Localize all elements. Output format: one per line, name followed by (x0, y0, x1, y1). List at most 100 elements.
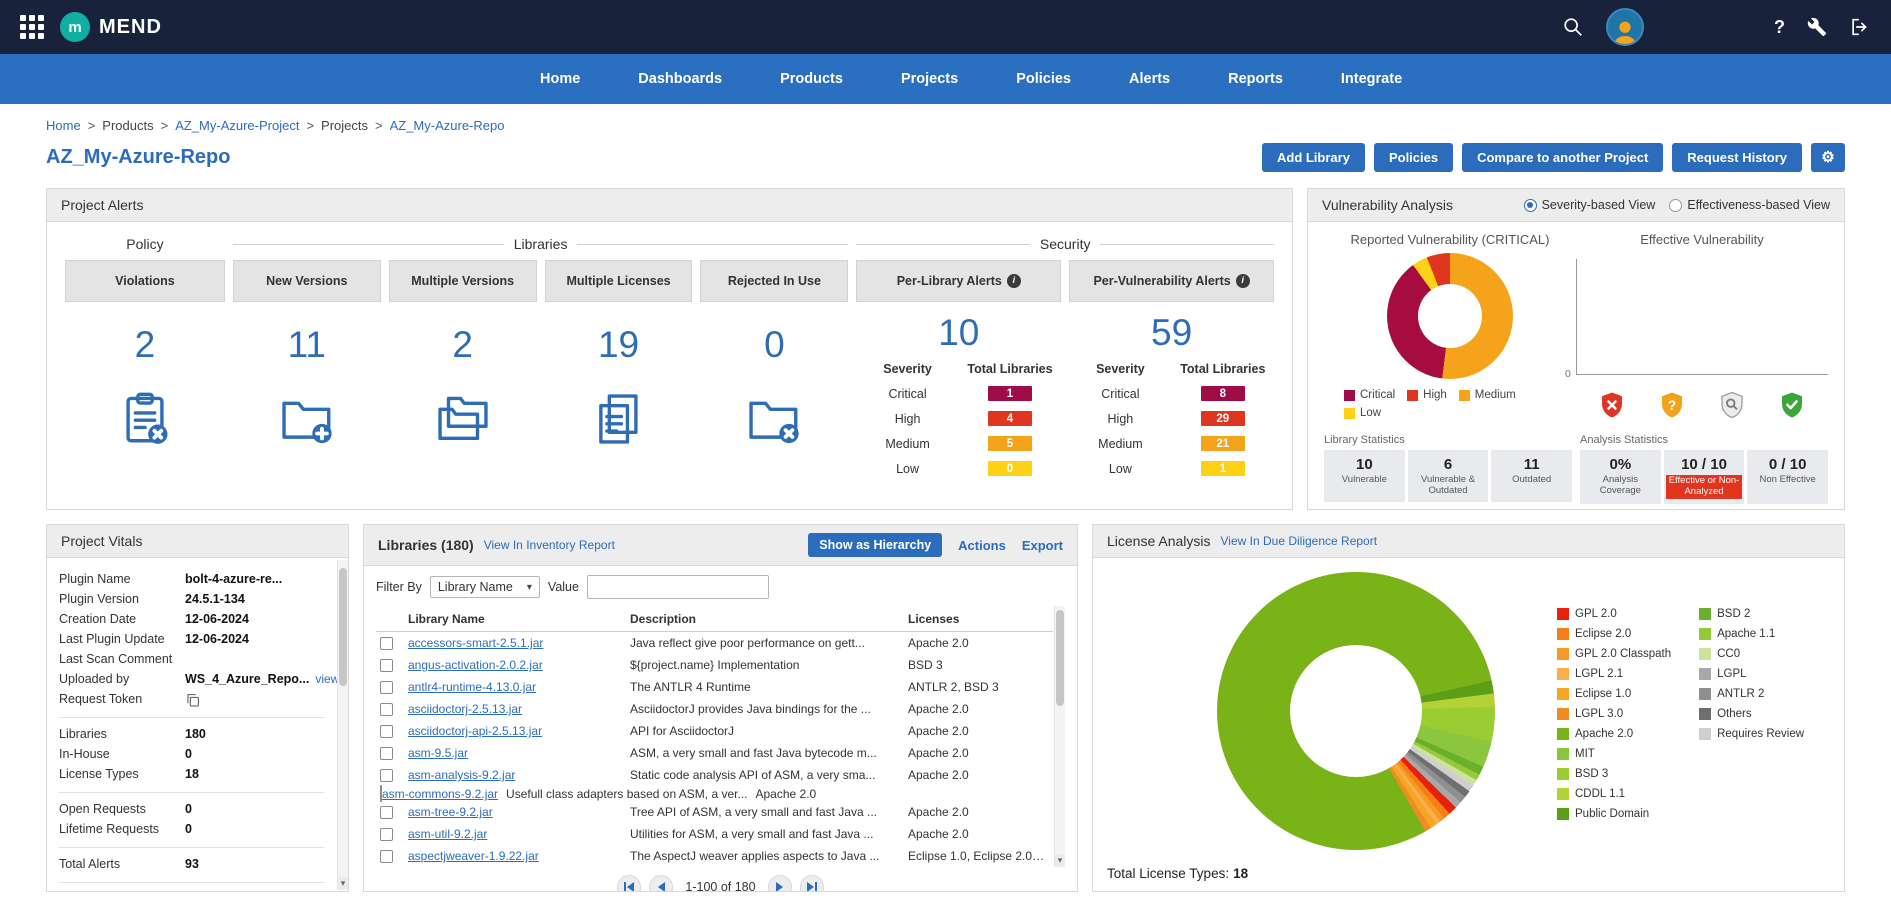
tab-violations[interactable]: Violations (65, 260, 225, 302)
nav-reports[interactable]: Reports (1228, 71, 1283, 87)
library-name-link[interactable]: angus-activation-2.0.2.jar (408, 658, 630, 672)
view-uploader-link[interactable]: view (315, 672, 339, 688)
libraries-scrollbar[interactable]: ▾ (1054, 606, 1065, 867)
add-library-button[interactable]: Add Library (1262, 143, 1365, 172)
export-button[interactable]: Export (1022, 538, 1063, 553)
nav-alerts[interactable]: Alerts (1129, 71, 1170, 87)
library-name-link[interactable]: antlr4-runtime-4.13.0.jar (408, 680, 630, 694)
info-icon[interactable]: i (1007, 274, 1021, 288)
avatar[interactable] (1606, 8, 1644, 46)
legend-critical: Critical (1344, 389, 1395, 401)
settings-gear-button[interactable]: ⚙ (1811, 143, 1845, 172)
library-name-link[interactable]: asm-util-9.2.jar (408, 827, 630, 841)
severity-badge-critical: 8 (1201, 386, 1245, 401)
scrollbar-thumb[interactable] (1056, 610, 1064, 706)
breadcrumb-home[interactable]: Home (46, 118, 81, 133)
scrollbar-thumb[interactable] (339, 568, 347, 686)
per-library-alerts-count: 10 (856, 312, 1061, 354)
show-as-hierarchy-button[interactable]: Show as Hierarchy (808, 533, 942, 557)
library-name-link[interactable]: asciidoctorj-api-2.5.13.jar (408, 724, 630, 738)
legend-item: Eclipse 1.0 (1557, 688, 1671, 700)
policies-button[interactable]: Policies (1374, 143, 1453, 172)
breadcrumb-separator: > (88, 118, 96, 133)
vulnerability-analysis-panel: Vulnerability Analysis Severity-based Vi… (1307, 188, 1845, 510)
compare-project-button[interactable]: Compare to another Project (1462, 143, 1663, 172)
folder-x-icon (745, 390, 803, 448)
effective-vulnerability-title: Effective Vulnerability (1640, 232, 1764, 247)
view-due-diligence-report-link[interactable]: View In Due Diligence Report (1221, 534, 1378, 548)
tab-per-vulnerability-alerts[interactable]: Per-Vulnerability Alerts i (1069, 260, 1274, 302)
filter-field-select[interactable]: Library Name▾ (430, 576, 540, 598)
scrollbar-down-arrow[interactable]: ▾ (338, 877, 348, 890)
logout-icon[interactable] (1849, 16, 1871, 38)
row-checkbox[interactable] (380, 659, 393, 672)
vital-row: Plugin Namebolt-4-azure-re... (59, 572, 324, 588)
legend-item: ANTLR 2 (1699, 688, 1804, 700)
nav-policies[interactable]: Policies (1016, 71, 1071, 87)
column-description[interactable]: Description (630, 612, 908, 626)
total-license-types: Total License Types:18 (1107, 866, 1248, 881)
nav-projects[interactable]: Projects (901, 71, 958, 87)
breadcrumb-products: Products (102, 118, 153, 133)
y-axis-zero-label: 0 (1565, 368, 1571, 380)
library-name-link[interactable]: accessors-smart-2.5.1.jar (408, 636, 630, 650)
per-library-alerts-column: Per-Library Alerts i 10 Severity Total L… (856, 260, 1061, 476)
per-library-severity-table: Severity Total Libraries Critical 1 High… (856, 362, 1061, 476)
help-icon[interactable]: ? (1774, 17, 1785, 38)
tab-multiple-versions[interactable]: Multiple Versions (389, 260, 537, 302)
vital-row-total-alerts: Total Alerts93 (59, 857, 324, 873)
pagination-first-button[interactable] (617, 875, 641, 892)
vitals-scrollbar[interactable]: ▾ (337, 560, 348, 890)
row-checkbox[interactable] (380, 850, 393, 863)
scrollbar-down-arrow[interactable]: ▾ (1055, 854, 1065, 867)
nav-products[interactable]: Products (780, 71, 843, 87)
column-licenses[interactable]: Licenses (908, 612, 1053, 626)
library-name-link[interactable]: asm-commons-9.2.jar (382, 787, 506, 801)
search-icon[interactable] (1562, 16, 1584, 38)
row-checkbox[interactable] (380, 681, 393, 694)
row-checkbox[interactable] (380, 725, 393, 738)
nav-dashboards[interactable]: Dashboards (638, 71, 722, 87)
info-icon[interactable]: i (1236, 274, 1250, 288)
alert-groups: Policy Libraries Security (65, 236, 1274, 252)
breadcrumb-project[interactable]: AZ_My-Azure-Project (175, 118, 299, 133)
tools-wrench-icon[interactable] (1807, 17, 1827, 37)
tab-per-library-alerts[interactable]: Per-Library Alerts i (856, 260, 1061, 302)
nav-integrate[interactable]: Integrate (1341, 71, 1402, 87)
pagination-prev-button[interactable] (649, 875, 673, 892)
row-checkbox[interactable] (380, 747, 393, 760)
severity-view-radio[interactable]: Severity-based View (1524, 198, 1656, 212)
row-checkbox[interactable] (380, 703, 393, 716)
tab-rejected-in-use[interactable]: Rejected In Use (700, 260, 848, 302)
pagination-next-button[interactable] (768, 875, 792, 892)
nav-home[interactable]: Home (540, 71, 580, 87)
tab-multiple-licenses[interactable]: Multiple Licenses (545, 260, 693, 302)
project-alerts-title: Project Alerts (61, 197, 143, 213)
row-checkbox[interactable] (380, 806, 393, 819)
effectiveness-view-radio[interactable]: Effectiveness-based View (1669, 198, 1830, 212)
breadcrumb-repo[interactable]: AZ_My-Azure-Repo (390, 118, 505, 133)
row-checkbox[interactable] (380, 828, 393, 841)
library-row: asm-commons-9.2.jarUsefull class adapter… (376, 786, 1053, 801)
library-name-link[interactable]: asm-tree-9.2.jar (408, 805, 630, 819)
row-checkbox[interactable] (380, 769, 393, 782)
row-checkbox[interactable] (380, 637, 393, 650)
breadcrumb-separator: > (161, 118, 169, 133)
filter-value-input[interactable] (587, 575, 769, 599)
request-history-button[interactable]: Request History (1672, 143, 1802, 172)
tab-new-versions[interactable]: New Versions (233, 260, 381, 302)
pagination-last-button[interactable] (800, 875, 824, 892)
app-grid-icon[interactable] (20, 15, 44, 39)
mend-logo[interactable]: m MEND (60, 12, 162, 42)
library-name-link[interactable]: asciidoctorj-2.5.13.jar (408, 702, 630, 716)
stacked-folders-icon (434, 390, 492, 448)
library-name-link[interactable]: aspectjweaver-1.9.22.jar (408, 849, 630, 863)
actions-button[interactable]: Actions (958, 538, 1006, 553)
library-name-link[interactable]: asm-9.5.jar (408, 746, 630, 760)
library-name-link[interactable]: asm-analysis-9.2.jar (408, 768, 630, 782)
column-library-name[interactable]: Library Name (408, 612, 630, 626)
copy-icon[interactable] (185, 692, 201, 708)
reported-vulnerability-chart: Reported Vulnerability (CRITICAL) Critic… (1324, 230, 1576, 426)
divider (59, 847, 324, 848)
view-inventory-report-link[interactable]: View In Inventory Report (484, 538, 615, 552)
